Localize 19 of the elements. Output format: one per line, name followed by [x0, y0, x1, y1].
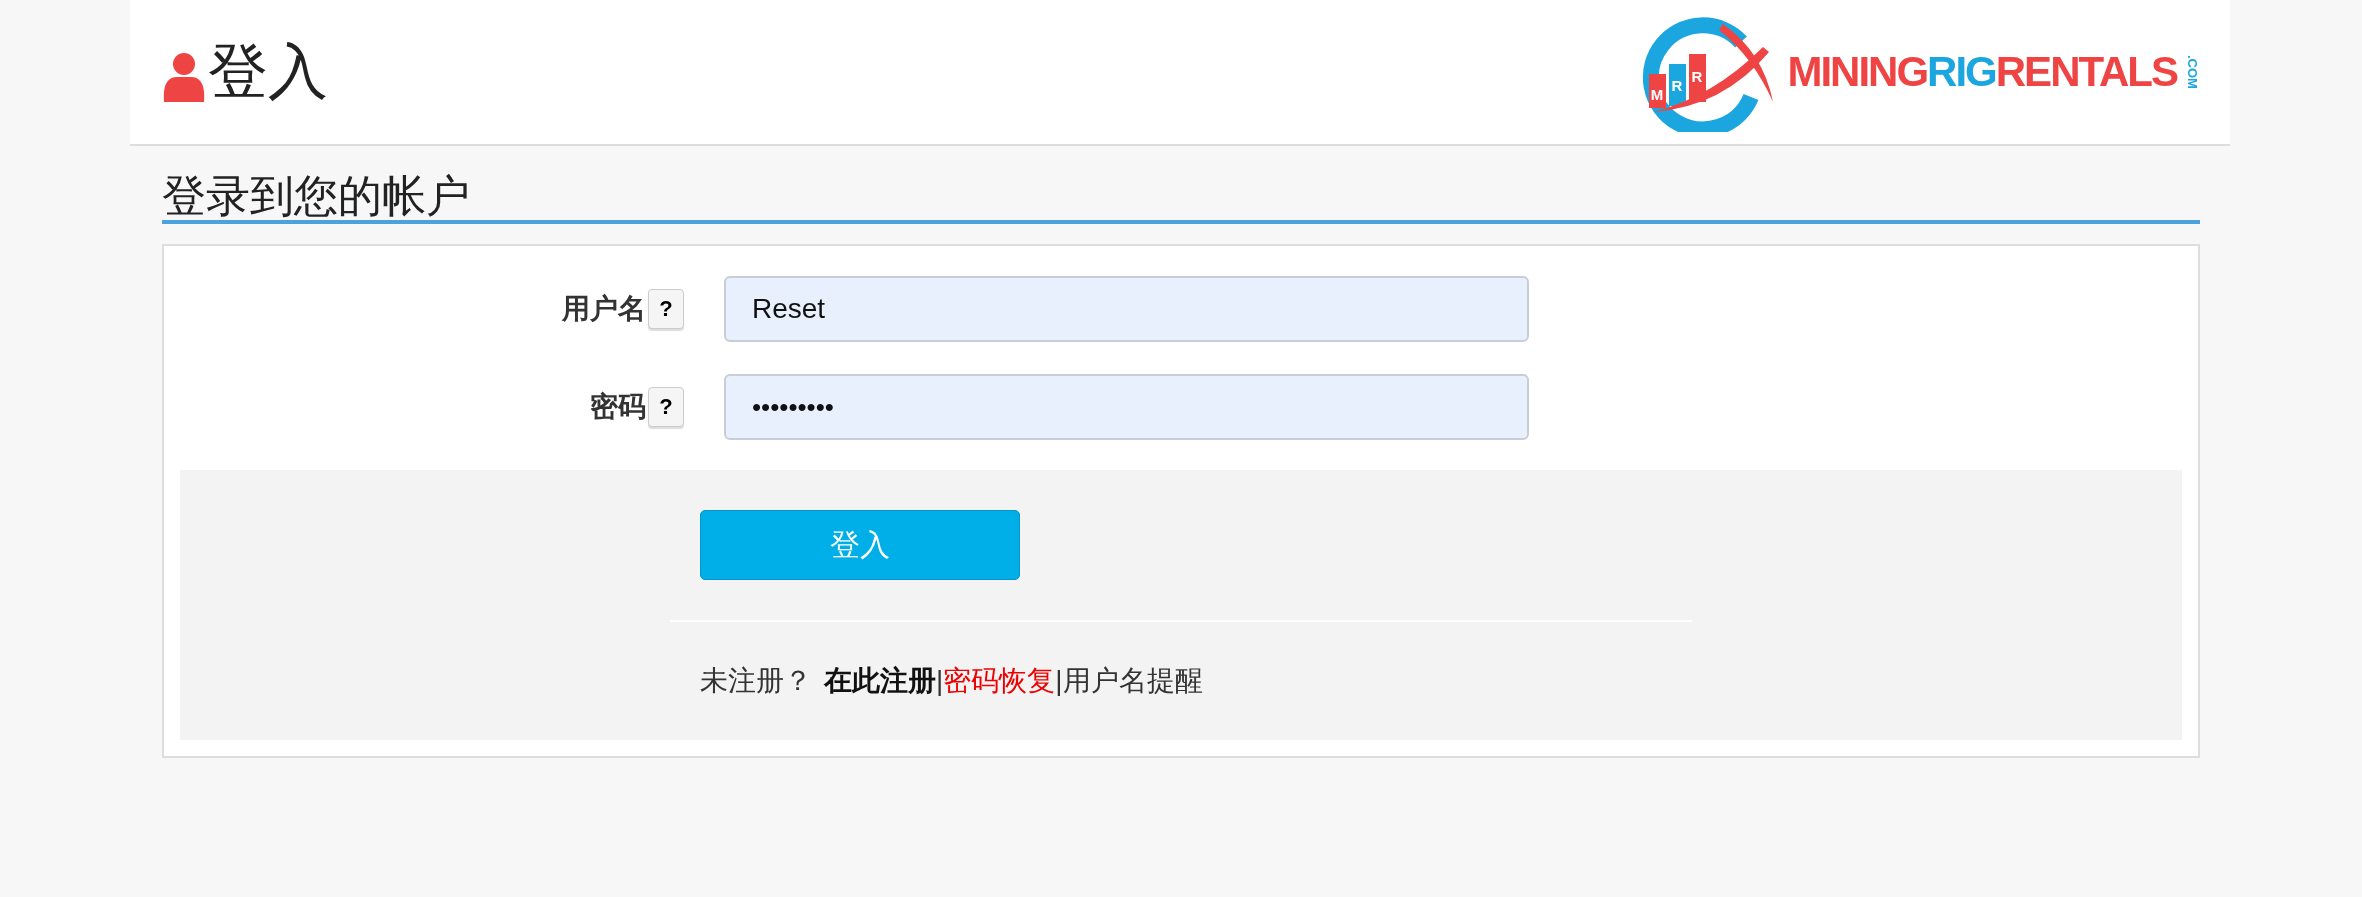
username-field[interactable]: Reset — [724, 276, 1529, 343]
password-recovery-link[interactable]: 密码恢复 — [943, 665, 1056, 697]
password-field[interactable]: ••••••••• — [724, 374, 1529, 441]
register-link[interactable]: 在此注册 — [824, 665, 936, 697]
logo-word: RIG — [1927, 48, 1996, 96]
help-button[interactable]: ? — [648, 289, 684, 330]
prompt-text: 未注册？ — [700, 665, 812, 697]
field-label: 密码 — [590, 390, 646, 425]
user-icon — [162, 52, 206, 102]
username-reminder-link[interactable]: 用户名提醒 — [1062, 665, 1203, 697]
logo-word: RENTALS — [1995, 48, 2177, 96]
page-title: 登入 — [208, 42, 328, 102]
logo-word: MINING — [1787, 48, 1928, 96]
logo-suffix: .COM — [2185, 55, 2200, 89]
help-button[interactable]: ? — [648, 387, 684, 428]
separator-text: | — [1055, 665, 1063, 697]
field-label: 用户名 — [562, 292, 646, 327]
section-title: 登录到您的帐户 — [162, 172, 470, 221]
separator-text: | — [936, 665, 944, 697]
